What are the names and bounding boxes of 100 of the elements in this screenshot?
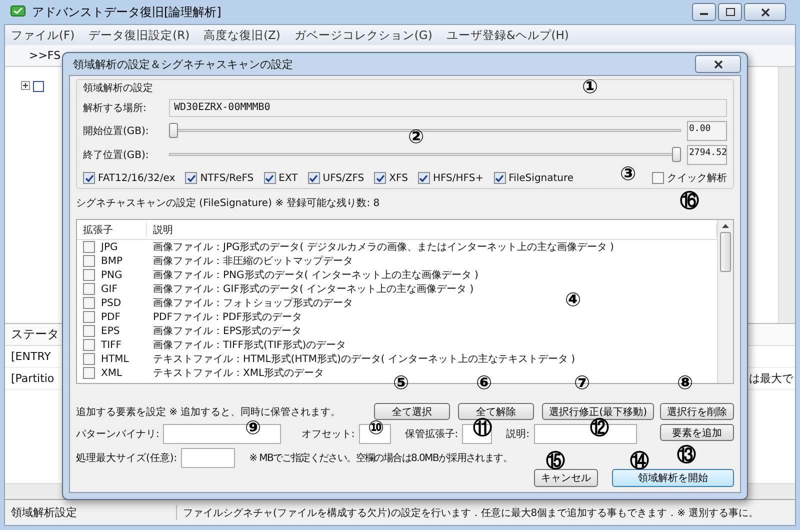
close-button[interactable] bbox=[744, 3, 786, 21]
maximize-icon bbox=[726, 8, 734, 16]
scroll-up-icon[interactable] bbox=[722, 224, 729, 228]
checkbox[interactable]: FileSignature bbox=[494, 172, 574, 184]
description-cell-text: テキストファイル：HTML形式(HTM形式)のデータ( インターネット上の主なテキストデータ ) bbox=[152, 352, 576, 366]
annotation-number: ⑮ bbox=[546, 450, 565, 472]
section-note: 追加する要素を設定 ※ 追加すると、同時に保管されます。 bbox=[76, 406, 341, 418]
expand-icon[interactable] bbox=[21, 81, 30, 90]
close-button[interactable] bbox=[695, 55, 741, 73]
menu-item[interactable]: ガベージコレクション(G) bbox=[294, 28, 432, 42]
scrollbar[interactable] bbox=[717, 220, 733, 383]
description-cell-text: 画像ファイル：PNG形式のデータ( インターネット上の主な画像データ ) bbox=[152, 268, 478, 282]
list-button[interactable]: 全て選択 bbox=[374, 403, 450, 420]
extension-cell[interactable]: PSD bbox=[77, 297, 147, 309]
annotation-number: ③ bbox=[620, 163, 636, 185]
minimize-button[interactable] bbox=[692, 3, 716, 21]
maximize-button[interactable] bbox=[718, 3, 742, 21]
checkmark-icon bbox=[186, 174, 196, 182]
annotation-number: ⑫ bbox=[590, 417, 609, 439]
annotation-number: ② bbox=[408, 126, 424, 148]
checkbox[interactable]: HFS/HFS+ bbox=[418, 172, 484, 184]
field-label: 処理最大サイズ(任意): bbox=[76, 452, 178, 465]
field-label: オフセット: bbox=[301, 428, 355, 441]
annotation-number: ⑯ bbox=[680, 190, 699, 212]
checkbox[interactable]: NTFS/ReFS bbox=[185, 172, 254, 184]
field-label: パターンバイナリ: bbox=[76, 428, 160, 441]
extension-cell[interactable]: GIF bbox=[77, 283, 147, 295]
value-field[interactable]: 2794.52 bbox=[687, 145, 727, 165]
toolbar-label: >>FS bbox=[29, 49, 61, 62]
extension-cell[interactable]: PNG bbox=[77, 269, 147, 281]
checkbox[interactable]: EXT bbox=[264, 172, 298, 184]
status-text: 領域解析設定 bbox=[5, 505, 177, 520]
group-title: 領域解析の設定 bbox=[83, 82, 153, 95]
field-label: 解析する場所: bbox=[83, 102, 148, 115]
annotation-number: ① bbox=[582, 76, 598, 98]
add-button[interactable]: 要素を追加 bbox=[660, 424, 734, 441]
description-cell-text: テキストファイル：XML形式のデータ bbox=[152, 366, 324, 380]
annotation-number: ⑧ bbox=[677, 372, 694, 394]
annotation-number: ⑨ bbox=[245, 417, 262, 439]
location-field[interactable]: WD30EZRX-00MMMB0 bbox=[169, 99, 727, 117]
field-note: ※ MBでご指定ください。空欄の場合は8.0MBが採用されます。 bbox=[249, 452, 512, 465]
log-text: は最大で bbox=[749, 371, 793, 386]
description-cell-text: 画像ファイル：GIF形式のデータ( インターネット上の主な画像データ ) bbox=[152, 282, 474, 296]
value-field[interactable]: 0.00 bbox=[687, 121, 727, 141]
checkbox[interactable]: XFS bbox=[374, 172, 408, 184]
slider-thumb[interactable] bbox=[169, 123, 178, 138]
log-text: [ENTRY bbox=[11, 350, 51, 363]
description-cell-text: 画像ファイル：JPG形式のデータ( デジタルカメラの画像、またはインターネット上の主な画像データ ) bbox=[152, 240, 614, 254]
checkbox-icon[interactable] bbox=[33, 81, 44, 92]
menu-item[interactable]: データ復旧設定(R) bbox=[88, 28, 190, 42]
menu-item[interactable]: 高度な復旧(Z) bbox=[204, 28, 280, 42]
column-header: ステータ bbox=[11, 326, 59, 343]
extension-cell[interactable]: BMP bbox=[77, 255, 147, 267]
annotation-number: ⑭ bbox=[630, 450, 649, 472]
description-cell-text: 画像ファイル：フォトショップ形式のデータ bbox=[152, 296, 353, 310]
checkmark-icon bbox=[376, 174, 385, 182]
checkbox[interactable]: FAT12/16/32/ex bbox=[83, 172, 176, 184]
extension-cell[interactable]: TIFF bbox=[77, 339, 147, 351]
annotation-number: ④ bbox=[565, 289, 582, 311]
checkmark-icon bbox=[419, 174, 428, 182]
slider[interactable] bbox=[169, 145, 681, 165]
slider-thumb[interactable] bbox=[672, 147, 681, 162]
delete-row-button[interactable]: 選択行を削除 bbox=[660, 403, 734, 420]
checkmark-icon bbox=[84, 174, 94, 182]
input-field[interactable] bbox=[181, 448, 236, 468]
start-button[interactable]: 領域解析を開始 bbox=[612, 469, 734, 487]
checkbox[interactable]: クイック解析 bbox=[652, 171, 727, 185]
close-icon bbox=[714, 60, 722, 68]
annotation-number: ⑦ bbox=[574, 372, 590, 394]
checkmark-icon bbox=[495, 174, 504, 182]
extension-cell[interactable]: EPS bbox=[77, 325, 147, 337]
annotation-number: ⑤ bbox=[393, 372, 410, 394]
description-cell-text: PDFファイル：PDF形式のデータ bbox=[152, 310, 302, 324]
cancel-button[interactable]: キャンセル bbox=[534, 469, 598, 487]
menu-item[interactable]: ユーザ登録&ヘルプ(H) bbox=[446, 28, 569, 42]
description-cell-text: 画像ファイル：EPS形式のデータ bbox=[152, 324, 302, 338]
extension-cell[interactable]: XML bbox=[77, 367, 147, 379]
annotation-number: ⑪ bbox=[473, 417, 492, 439]
close-icon bbox=[760, 8, 770, 16]
extension-cell[interactable]: JPG bbox=[77, 241, 147, 253]
scrollbar-thumb[interactable] bbox=[720, 232, 731, 272]
checkmark-icon bbox=[265, 174, 274, 182]
description-cell-text: 画像ファイル：TIFF形式(TIF形式)のデータ bbox=[152, 338, 346, 352]
description-cell-text: 画像ファイル：非圧縮のビットマップデータ bbox=[152, 254, 353, 268]
annotation-number: ⑥ bbox=[476, 372, 492, 394]
scrollbar[interactable] bbox=[778, 67, 795, 323]
extension-cell[interactable]: PDF bbox=[77, 311, 147, 323]
extension-cell[interactable]: HTML bbox=[77, 353, 147, 365]
dialog-title: 領域解析の設定＆シグネチャスキャンの設定 bbox=[73, 56, 293, 72]
slider-label: 開始位置(GB): bbox=[83, 124, 150, 138]
field-label: 説明: bbox=[506, 428, 530, 441]
app-icon bbox=[10, 5, 26, 19]
log-text: [Partitio bbox=[11, 372, 54, 385]
field-label: 保管拡張子: bbox=[404, 428, 458, 441]
checkmark-icon bbox=[309, 174, 318, 182]
slider-label: 終了位置(GB): bbox=[83, 148, 150, 162]
window-title: アドバンストデータ復旧[論理解析] bbox=[32, 4, 222, 20]
checkbox[interactable]: UFS/ZFS bbox=[308, 172, 364, 184]
menu-item[interactable]: ファイル(F) bbox=[11, 28, 75, 42]
section-title: シグネチャスキャンの設定 (FileSignature) ※ 登録可能な残り数: 8 bbox=[76, 196, 380, 210]
